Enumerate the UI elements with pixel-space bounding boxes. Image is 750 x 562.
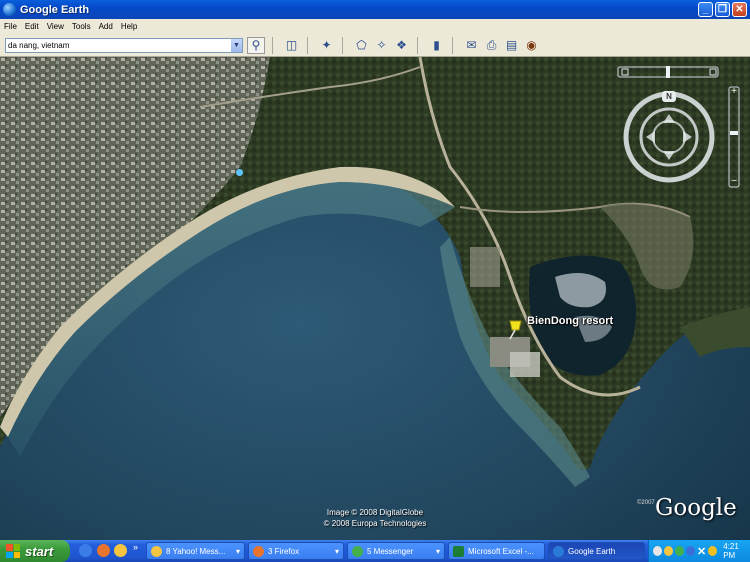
imagery-copyright: Image © 2008 DigitalGlobe © 2008 Europa … [300,507,450,529]
pushpin-icon: ✦ [321,38,332,52]
task-arrow: ▾ [334,546,339,556]
taskbar: start » 8 Yahoo! Mess... ▾ 3 Firefox ▾ 5… [0,540,750,562]
clock[interactable]: 4:21 PM [723,542,750,560]
browser-quicklaunch-icon[interactable] [79,544,92,557]
satellite-imagery [0,57,750,540]
messenger-tray-icon[interactable] [675,546,684,556]
search-input-value: da nang, vietnam [8,40,70,50]
email-icon: ✉ [466,38,477,52]
sidebar-icon: ◫ [285,38,298,52]
task-yahoo-messenger[interactable]: 8 Yahoo! Mess... ▾ [146,542,245,560]
print-button[interactable]: ⎙ [483,37,500,54]
menu-help[interactable]: Help [121,22,137,31]
email-button[interactable]: ✉ [463,37,480,54]
google-maps-button[interactable]: ▤ [503,37,520,54]
overlay-icon: ❖ [396,38,407,52]
image-overlay-button[interactable]: ❖ [393,37,410,54]
place-marker-icon [236,169,243,176]
network-icon[interactable] [653,546,662,556]
path-icon: ✧ [376,38,387,52]
maximize-button[interactable]: ❐ [715,2,730,17]
task-label: 8 Yahoo! Mess... [166,546,226,556]
window-title: Google Earth [20,3,90,16]
sky-icon: ◉ [526,38,537,52]
task-excel[interactable]: Microsoft Excel -... [448,542,545,560]
start-button[interactable]: start [0,540,70,562]
yahoo-icon [151,545,162,557]
map-viewport[interactable]: + − N BienDong resort Image © 2008 Digit… [0,57,750,540]
yellow-pushpin-icon[interactable] [506,318,524,340]
add-placemark-button[interactable]: ✦ [318,37,335,54]
volume-icon[interactable] [686,546,695,556]
copyright-line-1: Image © 2008 DigitalGlobe [326,508,424,517]
sidebar-toggle-button[interactable]: ◫ [283,37,300,54]
task-google-earth[interactable]: Google Earth [548,542,645,560]
task-messenger[interactable]: 5 Messenger ▾ [347,542,445,560]
google-earth-icon [553,545,564,557]
start-label: start [25,543,54,559]
copyright-line-2: © 2008 Europa Technologies [323,519,427,528]
windows-logo-icon [6,544,20,558]
logo-year: ©2007 [637,500,655,506]
search-button[interactable]: ⚲ [247,36,265,54]
magnifier-icon: ⚲ [251,38,261,52]
task-label: Google Earth [568,546,616,556]
toolbar-divider [342,36,343,54]
menu-edit[interactable]: Edit [25,22,39,31]
close-icon[interactable]: ✕ [697,545,706,558]
task-label: 3 Firefox [268,546,300,556]
toolbar-divider [452,36,453,54]
yahoo-tray-icon[interactable] [664,546,673,556]
search-input[interactable]: da nang, vietnam ▼ [5,37,243,53]
menu-tools[interactable]: Tools [72,22,91,31]
messenger-icon [352,545,363,557]
google-logo: Google [655,495,737,521]
close-button[interactable]: ✕ [732,2,747,17]
system-tray: ✕ 4:21 PM [648,540,750,562]
task-arrow: ▾ [435,546,440,556]
security-icon[interactable] [708,546,718,556]
task-arrow: ▾ [235,546,240,556]
ruler-button[interactable]: ▮ [428,37,445,54]
sky-button[interactable]: ◉ [523,37,540,54]
menu-view[interactable]: View [47,22,64,31]
toolbar-divider [307,36,308,54]
map-icon: ▤ [505,38,518,52]
google-earth-icon [3,3,16,16]
task-firefox[interactable]: 3 Firefox ▾ [248,542,344,560]
excel-icon [453,545,464,557]
toolbar: da nang, vietnam ▼ ⚲ ◫ ✦ ⬠ ✧ ❖ ▮ ✉ ⎙ ▤ ◉ [0,34,750,57]
messenger-quicklaunch-icon[interactable] [114,544,127,557]
menu-add[interactable]: Add [99,22,113,31]
menu-file[interactable]: File [4,22,17,31]
compass-north-button[interactable]: N [662,91,676,102]
zoom-out-button[interactable]: − [729,177,739,187]
chevron-icon[interactable]: » [133,542,138,552]
toolbar-divider [417,36,418,54]
firefox-quicklaunch-icon[interactable] [97,544,110,557]
zoom-in-button[interactable]: + [729,87,739,97]
add-path-button[interactable]: ✧ [373,37,390,54]
printer-icon: ⎙ [486,37,497,52]
polygon-icon: ⬠ [356,38,367,52]
ruler-icon: ▮ [433,38,440,52]
task-label: Microsoft Excel -... [468,546,534,556]
add-polygon-button[interactable]: ⬠ [353,37,370,54]
search-dropdown-icon[interactable]: ▼ [231,38,242,52]
minimize-button[interactable]: _ [698,2,713,17]
menu-bar: File Edit View Tools Add Help [0,19,750,34]
task-label: 5 Messenger [367,546,414,556]
toolbar-divider [272,36,273,54]
placemark-label[interactable]: BienDong resort [527,315,613,327]
firefox-icon [253,545,264,557]
title-bar: Google Earth _ ❐ ✕ [0,0,750,19]
